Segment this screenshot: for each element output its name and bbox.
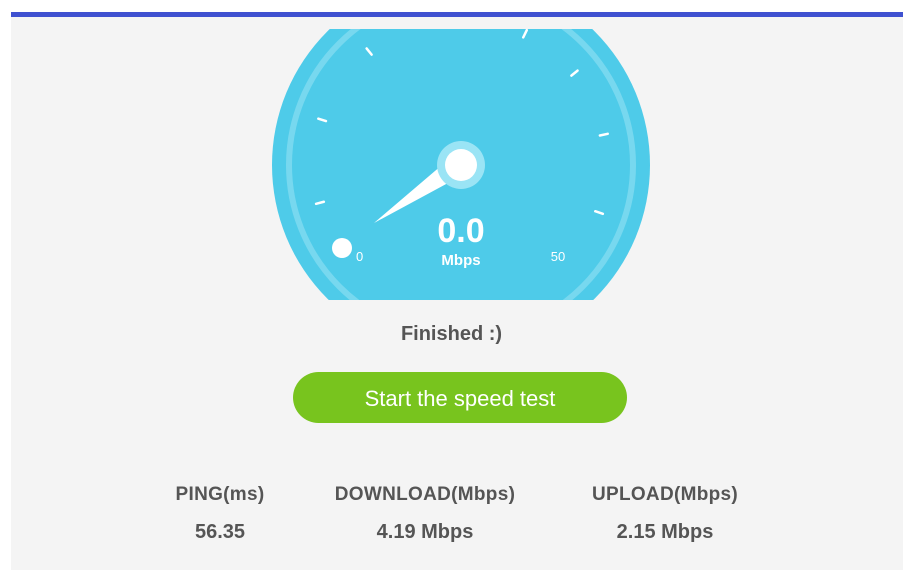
speedometer-gauge: 0 50 0.0 Mbps [272,29,650,300]
left-edge [0,0,11,570]
start-speed-test-button[interactable]: Start the speed test [293,372,627,423]
gauge-max-label: 50 [551,249,565,264]
gauge-min-marker [332,238,352,258]
needle-hub [445,149,477,181]
gauge-unit: Mbps [441,252,480,269]
ping-label: PING(ms) [175,484,265,505]
ping-value: 56.35 [194,521,246,543]
gauge-value: 0.0 [437,212,484,250]
upload-label: UPLOAD(Mbps) [591,484,739,505]
gauge-min-label: 0 [356,249,363,264]
gauge-tick [598,132,609,137]
download-label: DOWNLOAD(Mbps) [334,484,516,505]
upload-value: 2.15 Mbps [616,521,714,543]
status-text: Finished :) [400,323,503,345]
download-value: 4.19 Mbps [376,521,474,543]
